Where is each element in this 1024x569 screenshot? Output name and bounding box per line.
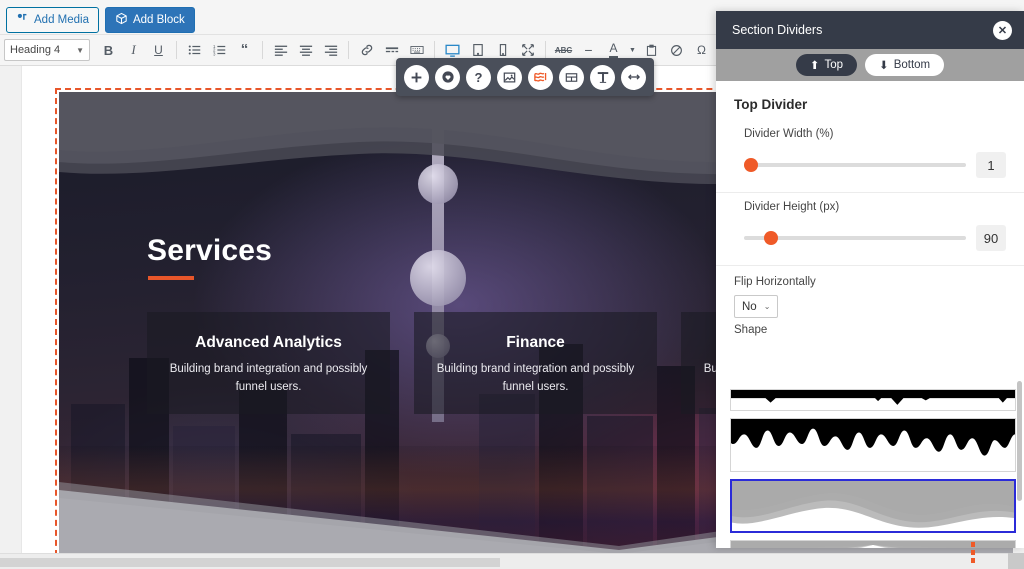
editor-window: Add Media Add Block Heading 4 ▼ B I U 1 … xyxy=(0,0,1024,569)
globe-heart-icon[interactable] xyxy=(435,64,460,90)
image-settings-icon[interactable] xyxy=(497,64,522,90)
tab-bottom[interactable]: ⬇ Bottom xyxy=(865,54,945,76)
card-text: Building brand integration and possibly … xyxy=(436,363,635,393)
arrow-down-icon: ⬇ xyxy=(879,60,889,72)
italic-icon[interactable]: I xyxy=(121,38,146,62)
bulleted-list-icon[interactable] xyxy=(182,38,207,62)
divider-width-value[interactable]: 1 xyxy=(976,152,1006,178)
chevron-down-icon: ▼ xyxy=(76,45,84,55)
arrow-up-icon: ⬆ xyxy=(809,60,820,72)
close-icon[interactable]: ✕ xyxy=(993,20,1012,40)
card-text: Building brand integration and possibly … xyxy=(169,363,368,393)
selection-dashed-marker xyxy=(971,542,975,568)
width-resize-icon[interactable] xyxy=(621,64,646,90)
add-block-label: Add Block xyxy=(132,14,185,26)
flip-horizontally-label: Flip Horizontally xyxy=(734,276,816,288)
divider-height-value[interactable]: 90 xyxy=(976,225,1006,251)
tab-bottom-label: Bottom xyxy=(893,59,931,71)
section-heading: Top Divider xyxy=(734,97,808,112)
paragraph-format-value: Heading 4 xyxy=(10,44,61,56)
tab-top-label: Top xyxy=(824,59,844,71)
layout-columns-icon[interactable] xyxy=(559,64,584,90)
toolbar-divider xyxy=(348,41,349,59)
shape-option-list[interactable] xyxy=(730,389,1016,548)
numbered-list-icon[interactable]: 123 xyxy=(207,38,232,62)
underline-icon[interactable]: U xyxy=(146,38,171,62)
divider-width-field: Divider Width (%) 1 xyxy=(716,120,1024,193)
add-media-button[interactable]: Add Media xyxy=(6,7,99,33)
insert-link-icon[interactable] xyxy=(354,38,379,62)
align-right-icon[interactable] xyxy=(318,38,343,62)
service-card[interactable]: Finance Building brand integration and p… xyxy=(414,312,657,414)
bold-icon[interactable]: B xyxy=(96,38,121,62)
toolbar-divider xyxy=(545,41,546,59)
service-card[interactable]: Advanced Analytics Building brand integr… xyxy=(147,312,390,414)
section-dividers-icon[interactable] xyxy=(528,64,553,90)
add-block-button[interactable]: Add Block xyxy=(104,7,195,33)
clear-formatting-icon[interactable] xyxy=(664,38,689,62)
panel-header: Section Dividers ✕ xyxy=(716,11,1024,49)
bottom-scroll-bar xyxy=(0,553,1024,569)
tab-top[interactable]: ⬆ Top xyxy=(795,54,858,76)
divider-width-slider-thumb[interactable] xyxy=(744,158,758,172)
toolbar-divider xyxy=(262,41,263,59)
panel-title: Section Dividers xyxy=(732,23,823,37)
svg-text:3: 3 xyxy=(213,51,216,56)
blockquote-icon[interactable]: “ xyxy=(232,38,257,62)
flip-horizontally-value: No xyxy=(742,300,757,313)
help-icon[interactable]: ? xyxy=(466,64,491,90)
divider-position-tabs: ⬆ Top ⬇ Bottom xyxy=(716,49,1024,81)
toolbar-divider xyxy=(434,41,435,59)
title-accent-rule xyxy=(148,276,194,280)
divider-width-slider[interactable] xyxy=(744,158,966,172)
special-character-icon[interactable]: Ω xyxy=(689,38,714,62)
panel-body: Top Divider Divider Width (%) 1 Divider … xyxy=(716,81,1024,548)
toolbar-divider xyxy=(176,41,177,59)
chevron-down-icon: ⌄ xyxy=(763,302,771,311)
panel-scrollbar[interactable] xyxy=(1017,381,1022,501)
shape-option-drips[interactable] xyxy=(730,418,1016,472)
divider-height-slider-thumb[interactable] xyxy=(763,231,778,245)
flip-horizontally-field: Flip Horizontally No ⌄ xyxy=(716,266,1024,320)
paragraph-format-select[interactable]: Heading 4 ▼ xyxy=(4,39,90,61)
block-cube-icon xyxy=(115,12,128,29)
typography-icon[interactable] xyxy=(590,64,615,90)
divider-height-slider[interactable] xyxy=(744,231,966,245)
align-left-icon[interactable] xyxy=(268,38,293,62)
section-dividers-panel: Section Dividers ✕ ⬆ Top ⬇ Bottom Top Di… xyxy=(716,11,1024,548)
add-media-label: Add Media xyxy=(34,14,89,26)
divider-height-label: Divider Height (px) xyxy=(744,201,840,213)
resize-corner[interactable] xyxy=(1008,553,1024,569)
card-title: Advanced Analytics xyxy=(195,334,342,351)
add-element-icon[interactable] xyxy=(404,64,429,90)
shape-label: Shape xyxy=(734,324,768,336)
shape-option-layered-waves[interactable] xyxy=(730,479,1016,533)
media-icon xyxy=(16,12,29,29)
card-title: Finance xyxy=(506,334,565,351)
horizontal-scrollbar[interactable] xyxy=(0,558,500,567)
divider-width-label: Divider Width (%) xyxy=(744,128,834,140)
page-title: Services xyxy=(147,234,273,267)
divider-height-field: Divider Height (px) 90 xyxy=(716,193,1024,266)
flip-horizontally-select[interactable]: No ⌄ xyxy=(734,295,779,318)
shape-option-spikes[interactable] xyxy=(730,389,1016,411)
align-center-icon[interactable] xyxy=(293,38,318,62)
block-floating-toolbar: ? xyxy=(396,58,654,96)
